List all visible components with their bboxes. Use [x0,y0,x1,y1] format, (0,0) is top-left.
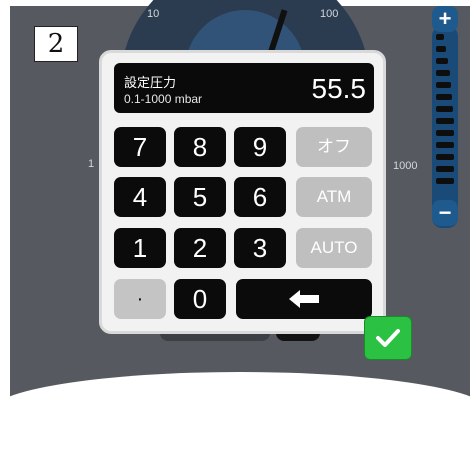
key-2[interactable]: 2 [174,228,226,268]
key-1[interactable]: 1 [114,228,166,268]
key-0[interactable]: 0 [174,279,226,319]
key-3[interactable]: 3 [234,228,286,268]
key-5[interactable]: 5 [174,177,226,217]
gauge-label-1000: 1000 [393,160,418,172]
pressure-slider[interactable] [432,26,458,228]
decrease-button[interactable]: − [432,200,458,226]
gauge-label-100: 100 [320,8,339,20]
paper-curl-overlay [0,372,474,452]
range-label: 0.1-1000 mbar [124,92,203,106]
key-4[interactable]: 4 [114,177,166,217]
numeric-keypad-dialog: 設定圧力 0.1-1000 mbar 55.5 7 8 9 オフ 4 5 6 A… [99,50,386,334]
atm-button[interactable]: ATM [296,177,372,217]
auto-button[interactable]: AUTO [296,228,372,268]
off-button[interactable]: オフ [296,127,372,167]
screen: 10 100 1 1000 + − 2 設定圧力 0.1-1000 mbar 5… [0,0,474,452]
key-9[interactable]: 9 [234,127,286,167]
decimal-point-key[interactable]: · [114,279,166,319]
hidden-button-edge-2 [276,333,320,341]
confirm-button[interactable] [364,316,412,360]
key-8[interactable]: 8 [174,127,226,167]
gauge-label-10: 10 [147,8,160,20]
backspace-button[interactable] [236,279,372,319]
increase-button[interactable]: + [432,6,458,32]
setpoint-label: 設定圧力 [124,75,177,90]
value-display: 設定圧力 0.1-1000 mbar 55.5 [114,63,374,113]
key-7[interactable]: 7 [114,127,166,167]
gauge-label-1: 1 [88,158,95,170]
left-arrow-icon [289,290,319,308]
hidden-button-edge [160,333,270,341]
key-6[interactable]: 6 [234,177,286,217]
checkmark-icon [376,329,400,347]
step-number-badge: 2 [34,26,78,62]
current-value: 55.5 [311,73,367,104]
